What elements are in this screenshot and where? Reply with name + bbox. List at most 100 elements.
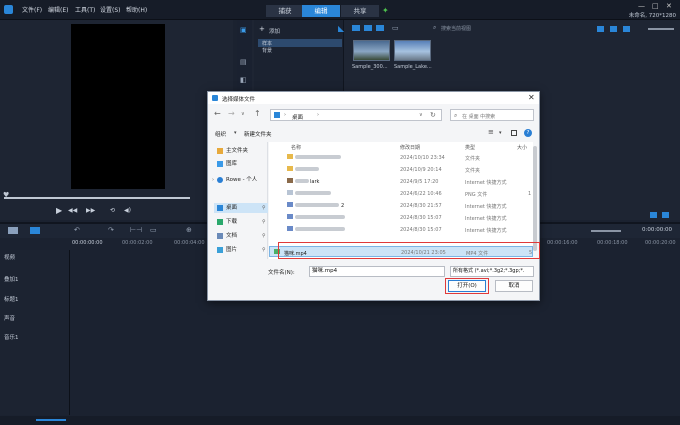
menu-help[interactable]: 帮助(H) (126, 5, 147, 14)
blurred-filename (295, 155, 341, 159)
timeline-view-icon[interactable] (30, 227, 40, 234)
organize-dropdown-icon[interactable]: ▾ (234, 130, 237, 136)
tab-share[interactable]: 共享 (341, 5, 379, 17)
column-date[interactable]: 修改日期 (400, 144, 420, 151)
video-filter-icon[interactable] (352, 25, 360, 31)
filename-input[interactable]: 猫咪.mp4 (309, 266, 445, 277)
up-icon[interactable]: ↑ (254, 109, 261, 118)
storyboard-view-icon[interactable] (8, 227, 18, 234)
audio-filter-icon[interactable] (376, 25, 384, 31)
crop-icon[interactable]: ▭ (150, 226, 157, 234)
folder-tab-icon[interactable]: ◣ (338, 24, 344, 33)
view-list-icon[interactable] (597, 26, 604, 32)
gem-icon[interactable]: ✦ (382, 6, 389, 15)
track-voice[interactable]: 声音 (4, 314, 15, 322)
menu-tools[interactable]: 工具(T) (75, 5, 95, 14)
add-icon[interactable]: + (259, 25, 265, 33)
help-icon[interactable]: ? (524, 129, 532, 137)
folder-background[interactable]: 背景 (262, 47, 272, 54)
menu-edit[interactable]: 编辑(E) (48, 5, 68, 14)
menu-settings[interactable]: 设置(S) (100, 5, 121, 14)
library-expand-icon[interactable] (662, 212, 669, 218)
column-type[interactable]: 类型 (465, 144, 475, 151)
preview-pane-icon[interactable] (511, 130, 517, 136)
refresh-icon[interactable]: ↻ (430, 111, 436, 119)
nav-item-onedrive[interactable]: › Rowe - 个人 (212, 175, 268, 185)
forward-icon[interactable]: → (228, 109, 235, 118)
library-settings-icon[interactable] (650, 212, 657, 218)
track-video[interactable]: 视频 (4, 253, 15, 261)
media-thumbnail[interactable] (353, 40, 390, 61)
volume-icon[interactable]: ◀) (124, 207, 131, 214)
breadcrumb[interactable]: 桌面 (292, 113, 303, 121)
new-folder-button[interactable]: 新建文件夹 (244, 130, 272, 138)
repeat-icon[interactable]: ⟲ (110, 207, 115, 214)
media-icon[interactable]: ▣ (240, 26, 247, 34)
scrub-bar[interactable] (4, 197, 190, 199)
view-dropdown-icon[interactable]: ▾ (499, 130, 502, 136)
nav-item-home[interactable]: 主文件夹 (214, 146, 268, 156)
view-details-icon[interactable] (623, 26, 630, 32)
track-music[interactable]: 音乐1 (4, 333, 19, 341)
play-button[interactable]: ▶ (56, 206, 62, 215)
tab-edit[interactable]: 编辑 (302, 5, 340, 17)
prev-frame-button[interactable]: ◀◀ (68, 207, 77, 214)
file-row[interactable]: 2024/10/9 20:14 文件夹 (269, 164, 533, 175)
photo-filter-icon[interactable] (364, 25, 372, 31)
search-icon: ⌕ (454, 112, 458, 119)
file-row[interactable]: 2024/6/22 10:46 PNG 文件 1 (269, 188, 533, 199)
transition-icon[interactable]: ◧ (240, 76, 247, 84)
dialog-search-input[interactable]: ⌕ 在 桌面 中搜索 (450, 109, 534, 121)
file-list-scrollbar[interactable] (533, 146, 537, 251)
zoom-track[interactable] (36, 419, 66, 421)
instant-project-icon[interactable]: ▤ (240, 58, 247, 66)
blurred-filename (295, 203, 339, 207)
maximize-icon[interactable]: □ (652, 2, 659, 10)
redo-icon[interactable]: ↷ (108, 226, 114, 234)
highlight-open-button (445, 278, 489, 294)
timeline-scrollbar[interactable] (0, 416, 680, 425)
track-overlay[interactable]: 叠加1 (4, 275, 19, 283)
close-icon[interactable]: ✕ (666, 2, 672, 10)
minimize-icon[interactable]: — (638, 2, 645, 10)
view-options-icon[interactable]: ≡ (488, 128, 494, 136)
zoom-slider[interactable] (591, 230, 621, 232)
address-dropdown-icon[interactable]: ∨ (419, 112, 423, 118)
media-thumbnail[interactable] (394, 40, 431, 61)
file-row[interactable]: 2024/10/10 23:34 文件夹 (269, 152, 533, 163)
thumb-size-slider[interactable] (648, 28, 674, 30)
cancel-button[interactable]: 取消 (495, 280, 533, 292)
file-row[interactable]: lark 2024/9/5 17:20 Internet 快捷方式 (269, 176, 533, 187)
motion-icon[interactable]: ⊕ (186, 226, 192, 234)
preview-window[interactable] (71, 24, 165, 189)
track-title[interactable]: 标题1 (4, 295, 19, 303)
file-row[interactable]: 2 2024/8/30 21:57 Internet 快捷方式 (269, 200, 533, 211)
dialog-close-icon[interactable]: ✕ (528, 93, 535, 102)
nav-item-desktop[interactable]: 桌面 ⚲ (214, 203, 268, 213)
column-size[interactable]: 大小 (517, 144, 527, 151)
split-icon[interactable]: ⊢⊣ (130, 226, 142, 234)
column-name[interactable]: 名称 (291, 144, 301, 151)
library-search[interactable]: 搜索当前视图 (441, 25, 471, 32)
nav-item-pictures[interactable]: 图片 ⚲ (214, 245, 268, 255)
back-icon[interactable]: ← (214, 109, 221, 118)
nav-item-label: 图库 (226, 161, 238, 167)
menu-file[interactable]: 文件(F) (22, 5, 42, 14)
file-row[interactable]: 2024/8/30 15:07 Internet 快捷方式 (269, 224, 533, 235)
import-icon[interactable]: ▭ (392, 24, 399, 32)
nav-item-documents[interactable]: 文档 ⚲ (214, 231, 268, 241)
nav-item-downloads[interactable]: 下载 ⚲ (214, 217, 268, 227)
organize-button[interactable]: 组织 (215, 130, 226, 138)
undo-icon[interactable]: ↶ (74, 226, 80, 234)
nav-item-gallery[interactable]: 图库 (214, 159, 268, 169)
tab-capture[interactable]: 捕获 (266, 5, 304, 17)
view-grid-icon[interactable] (610, 26, 617, 32)
file-type-select[interactable]: 所有格式 (*.avi;*.3g2;*.3gp;*. (450, 266, 534, 277)
next-frame-button[interactable]: ▶▶ (86, 207, 95, 214)
file-row[interactable]: 2024/8/30 15:07 Internet 快捷方式 (269, 212, 533, 223)
add-folder-button[interactable]: 添加 (269, 27, 280, 35)
folder-samples[interactable]: 样本 (258, 39, 342, 47)
recent-dropdown-icon[interactable]: ∨ (241, 111, 245, 117)
address-bar[interactable]: › 桌面 › ∨ ↻ (270, 109, 442, 121)
expand-chevron-icon[interactable]: › (212, 175, 214, 185)
